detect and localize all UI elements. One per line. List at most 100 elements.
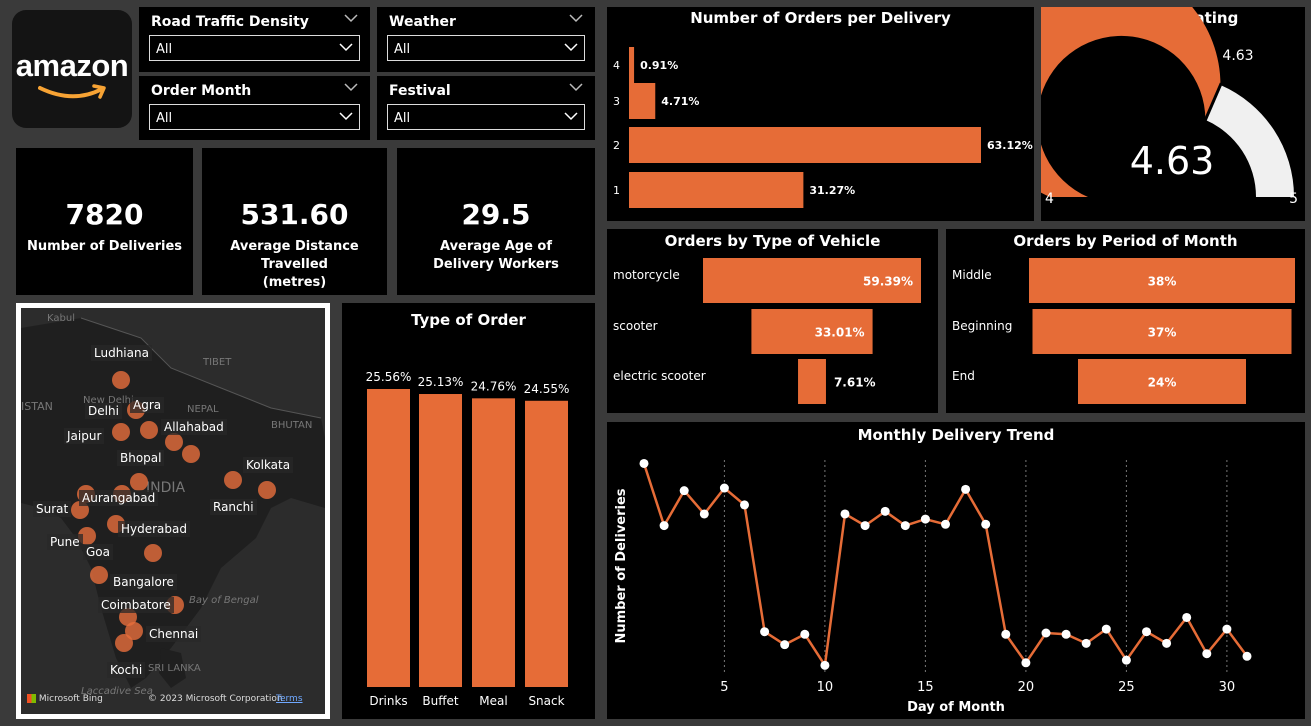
- city-label: Goa: [83, 544, 113, 560]
- kpi-label: Average Age of Delivery Workers: [433, 239, 559, 272]
- bar-category-label: 2: [613, 139, 620, 152]
- map-point[interactable]: [182, 445, 200, 463]
- bar: [525, 400, 568, 687]
- monthly-trend-chart: Monthly Delivery Trend 5 10 15 20 25 30 Day of…: [607, 422, 1305, 719]
- chevron-down-icon[interactable]: [344, 82, 358, 92]
- chevron-down-icon[interactable]: [344, 13, 358, 23]
- data-point: [740, 500, 749, 510]
- map-canvas[interactable]: Kabul TIBET ISTAN New Delhi NEPAL BHUTAN…: [21, 308, 325, 714]
- map-point[interactable]: [144, 544, 162, 562]
- slicer-value: All: [156, 42, 173, 57]
- data-point: [780, 640, 790, 650]
- x-tick-label: 20: [1018, 680, 1035, 695]
- slicer-weather[interactable]: Weather All: [377, 7, 595, 72]
- bar-data-label: 25.13%: [418, 375, 464, 389]
- bar-category-label: Drinks: [369, 694, 407, 708]
- orders-by-period-chart: Orders by Period of Month Middle 38% Begin…: [946, 229, 1305, 413]
- slicer-road-traffic-density[interactable]: Road Traffic Density All: [139, 7, 370, 72]
- chevron-down-icon[interactable]: [569, 82, 583, 92]
- chevron-down-icon: [564, 43, 578, 52]
- map-point[interactable]: [112, 371, 130, 389]
- map-point[interactable]: [140, 421, 158, 439]
- slicer-value: All: [156, 111, 173, 126]
- bar-data-label: 0.91%: [640, 59, 678, 72]
- x-tick-label: 10: [817, 680, 834, 695]
- map-label: ISTAN: [21, 400, 53, 413]
- slicer-value: All: [394, 42, 411, 57]
- city-label: Delhi: [85, 403, 122, 419]
- funnel-category-label: scooter: [613, 319, 658, 333]
- type-of-order-chart: Type of Order 25.56% Drinks 25.13% Buffet 24…: [342, 303, 595, 719]
- map-point[interactable]: [130, 473, 148, 491]
- data-point: [1222, 624, 1232, 634]
- x-tick-label: 15: [917, 680, 934, 695]
- map-point[interactable]: [115, 634, 133, 652]
- period-funnel-plot: Middle 38% Beginning 37% End 24%: [952, 258, 1295, 404]
- data-point: [1121, 655, 1131, 665]
- chevron-down-icon: [339, 112, 353, 121]
- data-point: [1101, 624, 1111, 634]
- funnel-data-label: 24%: [1148, 376, 1177, 390]
- city-label: Coimbatore: [98, 597, 174, 613]
- data-point: [659, 521, 669, 531]
- bar: [629, 83, 656, 119]
- orders-by-vehicle-chart: Orders by Type of Vehicle motorcycle 59.3…: [607, 229, 938, 413]
- data-point: [699, 509, 709, 519]
- gauge-min-label: 4: [1045, 191, 1054, 207]
- slicer-dropdown[interactable]: All: [149, 35, 360, 61]
- slicer-order-month[interactable]: Order Month All: [139, 76, 370, 140]
- bar: [629, 47, 635, 83]
- microsoft-logo-icon: [27, 694, 36, 703]
- data-point: [820, 660, 830, 670]
- bing-attribution: Microsoft Bing: [27, 694, 103, 704]
- bar-category-label: Buffet: [422, 694, 458, 708]
- bar-data-label: 24.55%: [524, 382, 570, 396]
- slicer-dropdown[interactable]: All: [387, 104, 585, 130]
- map-label: Kabul: [47, 313, 75, 324]
- city-label: Ranchi: [210, 499, 257, 515]
- map-point[interactable]: [224, 471, 242, 489]
- bar: [629, 127, 981, 163]
- map-point[interactable]: [90, 566, 108, 584]
- map-label: SRI LANKA: [148, 663, 201, 674]
- city-label: Aurangabad: [79, 490, 159, 506]
- map-point[interactable]: [258, 481, 276, 499]
- city-label: Surat: [33, 501, 72, 517]
- funnel-category-label: Middle: [952, 268, 992, 282]
- kpi-label: Number of Deliveries: [26, 239, 183, 254]
- data-point: [1061, 629, 1071, 639]
- gauge-max-label: 5: [1289, 191, 1298, 207]
- kpi-value: 29.5: [461, 198, 531, 231]
- slicer-title: Road Traffic Density: [151, 14, 309, 30]
- x-tick-label: 30: [1219, 680, 1236, 695]
- bar-category-label: Snack: [528, 694, 564, 708]
- bar: [629, 172, 804, 208]
- city-label: Chennai: [146, 626, 202, 642]
- delivery-map[interactable]: Kabul TIBET ISTAN New Delhi NEPAL BHUTAN…: [16, 303, 330, 719]
- funnel-bar: [798, 359, 826, 404]
- data-point: [1182, 612, 1192, 622]
- kpi-card-age: 29.5 Average Age of Delivery Workers: [397, 148, 595, 295]
- data-point: [840, 509, 850, 519]
- slicer-dropdown[interactable]: All: [149, 104, 360, 130]
- chevron-down-icon[interactable]: [569, 13, 583, 23]
- map-copyright: © 2023 Microsoft Corporation: [148, 694, 283, 704]
- slicer-value: All: [394, 111, 411, 126]
- map-label: BHUTAN: [271, 420, 313, 431]
- gauge-remaining-arc: [1205, 85, 1294, 197]
- slicer-dropdown[interactable]: All: [387, 35, 585, 61]
- data-point: [1081, 638, 1091, 648]
- slicer-festival[interactable]: Festival All: [377, 76, 595, 140]
- data-point: [719, 483, 729, 493]
- x-axis-title: Day of Month: [907, 700, 1005, 715]
- city-label: Ludhiana: [91, 345, 152, 361]
- data-point: [1142, 627, 1151, 637]
- map-terms-link[interactable]: Terms: [276, 694, 303, 704]
- series-line: [642, 463, 1249, 669]
- map-point[interactable]: [112, 423, 130, 441]
- bar-data-label: 24.76%: [471, 379, 517, 393]
- map-point[interactable]: [165, 433, 183, 451]
- gauge-target-label: 4.63: [1222, 48, 1253, 64]
- type-of-order-plot: 25.56% Drinks 25.13% Buffet 24.76% Meal 24.55%…: [366, 370, 570, 708]
- city-label: Agra: [130, 397, 165, 413]
